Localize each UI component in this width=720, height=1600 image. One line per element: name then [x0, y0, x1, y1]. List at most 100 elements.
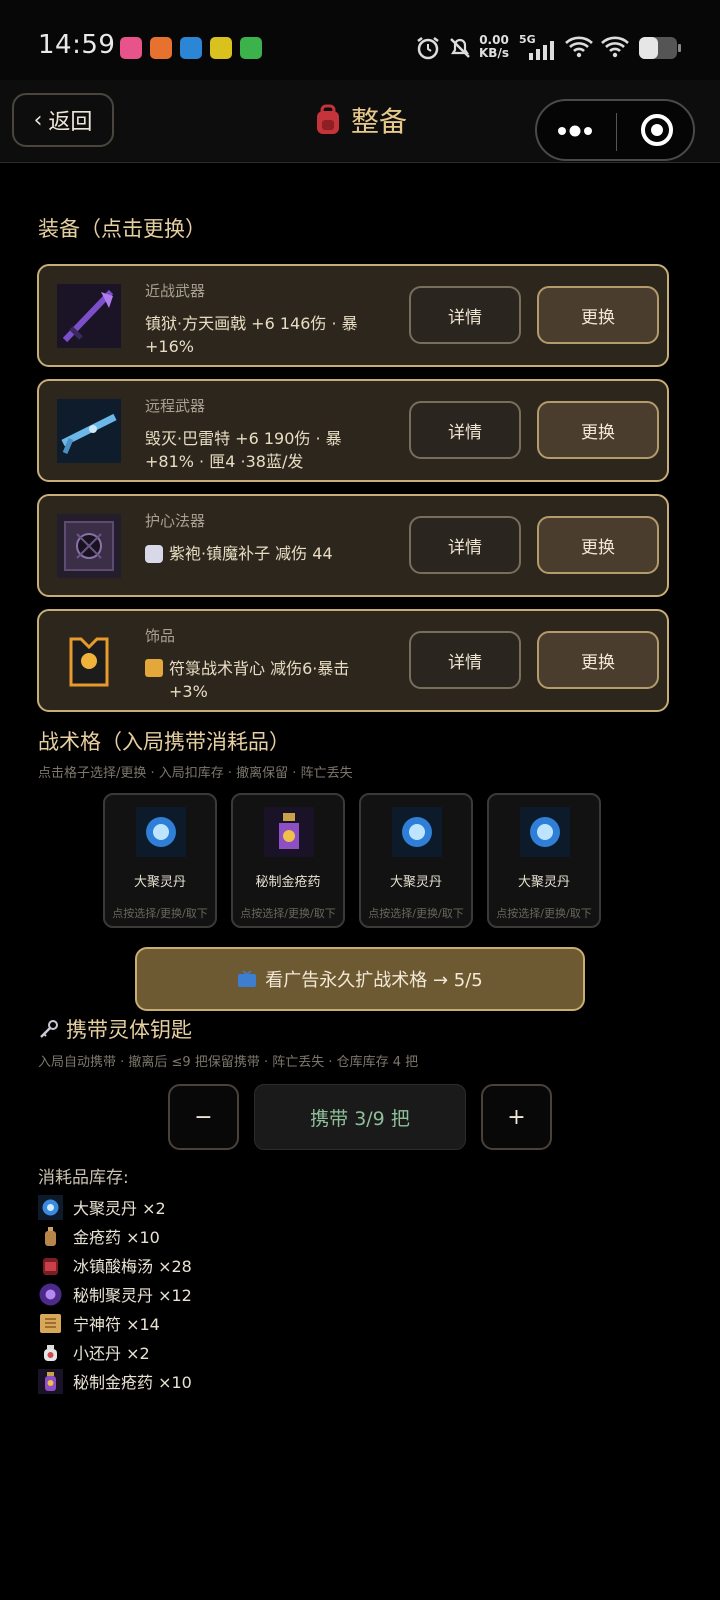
key-icon	[40, 1020, 58, 1038]
carry-count-display: 携带 3/9 把	[254, 1084, 466, 1150]
spirit-orb-icon	[38, 1194, 63, 1220]
inventory-item-label: 小还丹 ×2	[73, 1344, 150, 1363]
tactical-hint: 点击格子选择/更换 · 入局扣库存 · 撤离保留 · 阵亡丢失	[38, 766, 353, 781]
cell-signal-icon	[529, 41, 554, 60]
detail-button[interactable]: 详情	[409, 401, 521, 459]
robe-emblem-icon	[145, 544, 163, 563]
tactical-slot-name: 秘制金疮药	[255, 875, 321, 890]
watch-ad-label: 看广告永久扩战术格 → 5/5	[265, 970, 483, 991]
inventory-item: 秘制聚灵丹 ×12	[38, 1281, 192, 1307]
plum-drink-icon	[43, 1257, 58, 1275]
browser-notification-icon	[180, 37, 202, 59]
talisman-icon	[40, 1313, 61, 1333]
swap-button[interactable]: 更换	[537, 401, 659, 459]
equipment-desc: 符箓战术背心 减伤6·暴击+3%	[145, 657, 375, 703]
equipment-desc: 紫袍·镇魔补子 减伤 44	[145, 542, 375, 565]
detail-button[interactable]: 详情	[409, 631, 521, 689]
tactical-slot-name: 大聚灵丹	[517, 875, 570, 890]
watch-ad-expand-button[interactable]: 看广告永久扩战术格 → 5/5	[135, 947, 585, 1011]
potion-bottle-icon	[45, 1226, 56, 1246]
close-mini-program-icon[interactable]	[641, 114, 673, 146]
inventory-item-label: 大聚灵丹 ×2	[73, 1199, 166, 1218]
blue-rifle-icon	[57, 399, 121, 463]
alarm-icon	[417, 37, 439, 60]
spirit-orb-icon	[136, 807, 186, 857]
equipment-card-melee[interactable]: 近战武器 镇狱·方天画戟 +6 146伤 · 暴+16% 详情 更换	[37, 264, 669, 367]
tactical-section-title: 战术格（入局携带消耗品）	[38, 730, 290, 754]
purple-halberd-icon	[57, 284, 121, 348]
detail-button[interactable]: 详情	[409, 286, 521, 344]
net-speed: 0.00 KB/s	[479, 34, 509, 60]
spirit-orb-icon	[520, 807, 570, 857]
equipment-card-armor[interactable]: 护心法器 紫袍·镇魔补子 减伤 44 详情 更换	[37, 494, 669, 597]
net-speed-unit: KB/s	[479, 46, 509, 60]
page-title-text: 整备	[350, 105, 407, 138]
keys-section-title: 携带灵体钥匙	[38, 1014, 192, 1044]
tactical-slot-tip: 点按选择/更换/取下	[496, 907, 592, 920]
secret-potion-icon	[38, 1368, 63, 1394]
inventory-item-label: 秘制聚灵丹 ×12	[73, 1286, 192, 1305]
tactical-slot-name: 大聚灵丹	[389, 875, 442, 890]
equipment-slot-label: 远程武器	[145, 397, 206, 415]
spirit-orb-icon	[392, 807, 442, 857]
inventory-item-label: 秘制金疮药 ×10	[73, 1373, 192, 1392]
increase-keys-button[interactable]: +	[481, 1084, 552, 1150]
tactical-slot-tip: 点按选择/更换/取下	[240, 907, 336, 920]
tactical-slot-name: 大聚灵丹	[133, 875, 186, 890]
equipment-desc-text: 紫袍·镇魔补子 减伤 44	[169, 544, 333, 563]
equipment-desc: 镇狱·方天画戟 +6 146伤 · 暴+16%	[145, 314, 358, 356]
equipment-card-accessory[interactable]: 饰品 符箓战术背心 减伤6·暴击+3% 详情 更换	[37, 609, 669, 712]
inventory-item: 小还丹 ×2	[38, 1339, 150, 1365]
wechat-notification-icon	[240, 37, 262, 59]
inventory-item: 宁神符 ×14	[38, 1310, 160, 1336]
keys-hint: 入局自动携带 · 撤离后 ≤9 把保留携带 · 阵亡丢失 · 仓库库存 4 把	[38, 1055, 419, 1070]
wifi-icon-2	[601, 36, 629, 58]
tactical-slot[interactable]: 大聚灵丹 点按选择/更换/取下	[487, 793, 601, 928]
wifi-icon	[565, 36, 593, 58]
secret-potion-icon	[264, 807, 314, 857]
nav-bar: ‹ 返回 整备	[0, 80, 720, 163]
inventory-title: 消耗品库存:	[38, 1168, 129, 1188]
decrease-keys-button[interactable]: −	[168, 1084, 239, 1150]
mini-program-capsule	[535, 99, 695, 161]
status-bar: 14:59 0.00 KB/s 5G	[0, 0, 720, 80]
equipment-desc-text: 符箓战术背心 减伤6·暴击+3%	[169, 659, 350, 701]
capsule-divider	[616, 113, 617, 151]
app-notification-icon-2	[210, 37, 232, 59]
battery-icon	[639, 37, 681, 59]
more-options-icon[interactable]	[557, 121, 593, 141]
keys-title-text: 携带灵体钥匙	[66, 1018, 192, 1042]
tactical-slot[interactable]: 秘制金疮药 点按选择/更换/取下	[231, 793, 345, 928]
equipment-slot-label: 饰品	[145, 627, 176, 645]
equipment-section-title: 装备（点击更换）	[38, 217, 206, 241]
inventory-item: 秘制金疮药 ×10	[38, 1368, 192, 1394]
detail-button[interactable]: 详情	[409, 516, 521, 574]
backpack-icon	[316, 104, 339, 134]
swap-button[interactable]: 更换	[537, 516, 659, 574]
purple-orb-icon	[39, 1283, 62, 1305]
inventory-item: 冰镇酸梅汤 ×28	[38, 1252, 192, 1278]
status-time: 14:59	[38, 30, 116, 60]
inventory-item: 大聚灵丹 ×2	[38, 1194, 166, 1220]
dark-armor-patch-icon	[57, 514, 121, 578]
tactical-slot[interactable]: 大聚灵丹 点按选择/更换/取下	[359, 793, 473, 928]
vest-emblem-icon	[145, 659, 163, 677]
swap-button[interactable]: 更换	[537, 631, 659, 689]
tactical-slot-tip: 点按选择/更换/取下	[368, 907, 464, 920]
inventory-item: 金疮药 ×10	[38, 1223, 160, 1249]
inventory-item-label: 冰镇酸梅汤 ×28	[73, 1257, 192, 1276]
equipment-slot-label: 近战武器	[145, 282, 206, 300]
tv-icon	[238, 970, 257, 987]
mute-bell-icon	[450, 38, 470, 58]
inventory-item-label: 宁神符 ×14	[73, 1315, 160, 1334]
swap-button[interactable]: 更换	[537, 286, 659, 344]
equipment-desc: 毁灭·巴雷特 +6 190伤 · 暴+81% · 匣4 ·38蓝/发	[145, 429, 342, 471]
small-pill-icon	[44, 1344, 57, 1361]
tactical-slot[interactable]: 大聚灵丹 点按选择/更换/取下	[103, 793, 217, 928]
bilibili-notification-icon	[120, 37, 142, 59]
inventory-item-label: 金疮药 ×10	[73, 1228, 160, 1247]
tactical-slot-tip: 点按选择/更换/取下	[112, 907, 208, 920]
app-notification-icon	[150, 37, 172, 59]
equipment-card-ranged[interactable]: 远程武器 毁灭·巴雷特 +6 190伤 · 暴+81% · 匣4 ·38蓝/发 …	[37, 379, 669, 482]
tactical-vest-icon	[57, 629, 121, 693]
